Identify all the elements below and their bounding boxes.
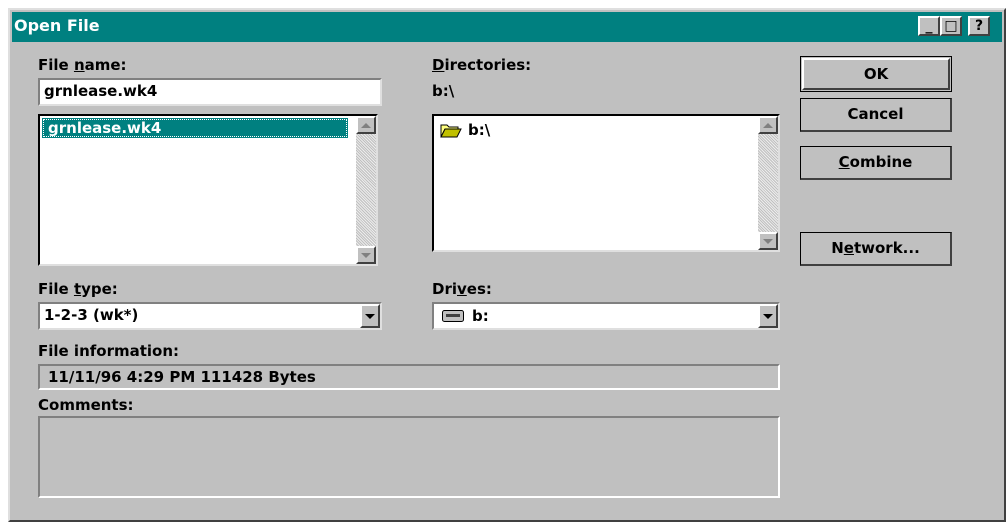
ok-button[interactable]: OK xyxy=(802,58,950,90)
minimize-button[interactable]: _ xyxy=(918,16,940,36)
arrow-down-icon xyxy=(763,238,773,244)
combine-button[interactable]: Combine xyxy=(800,146,952,180)
dialog-title: Open File xyxy=(14,16,100,35)
chevron-down-icon xyxy=(763,313,773,319)
drives-select[interactable]: b: xyxy=(432,302,780,330)
title-bar[interactable]: Open File _ □ ? xyxy=(12,12,1002,42)
file-name-label: File name: xyxy=(38,56,127,74)
open-folder-icon xyxy=(440,124,462,138)
maximize-button[interactable]: □ xyxy=(940,16,962,36)
minimize-icon: _ xyxy=(925,18,933,34)
arrow-up-icon xyxy=(763,122,773,128)
help-icon: ? xyxy=(974,18,984,34)
floppy-drive-icon xyxy=(442,310,464,322)
directory-list[interactable]: b:\ xyxy=(432,114,780,252)
drives-value: b: xyxy=(472,307,489,325)
chevron-down-icon xyxy=(365,313,375,319)
maximize-icon: □ xyxy=(944,18,958,34)
file-list-item-label: grnlease.wk4 xyxy=(48,119,162,137)
list-item[interactable]: b:\ xyxy=(440,120,490,140)
cancel-button[interactable]: Cancel xyxy=(800,98,952,132)
comments-label: Comments: xyxy=(38,396,134,414)
file-information-value: 11/11/96 4:29 PM 111428 Bytes xyxy=(38,364,780,390)
file-type-dropdown-button[interactable] xyxy=(360,304,380,328)
file-list-scrollbar[interactable] xyxy=(356,116,376,264)
file-type-select[interactable]: 1-2-3 (wk*) xyxy=(38,302,382,330)
open-file-dialog: Open File _ □ ? File name: grnlease.wk4 … xyxy=(8,8,1006,522)
current-directory-path: b:\ xyxy=(432,82,455,100)
drives-dropdown-button[interactable] xyxy=(758,304,778,328)
arrow-up-icon xyxy=(361,122,371,128)
scroll-down-button[interactable] xyxy=(758,232,778,250)
file-list[interactable]: grnlease.wk4 xyxy=(38,114,378,266)
drives-label: Drives: xyxy=(432,280,492,298)
file-name-input[interactable]: grnlease.wk4 xyxy=(38,78,382,106)
directory-list-scrollbar[interactable] xyxy=(758,116,778,250)
arrow-down-icon xyxy=(361,252,371,258)
scroll-down-button[interactable] xyxy=(356,246,376,264)
file-type-value: 1-2-3 (wk*) xyxy=(44,306,139,324)
scroll-up-button[interactable] xyxy=(758,116,778,134)
directory-item-label: b:\ xyxy=(468,121,491,139)
directories-label: Directories: xyxy=(432,56,532,74)
list-item[interactable]: grnlease.wk4 xyxy=(42,118,348,138)
file-information-label: File information: xyxy=(38,342,180,360)
help-button[interactable]: ? xyxy=(968,16,990,36)
file-type-label: File type: xyxy=(38,280,118,298)
network-button[interactable]: Network... xyxy=(800,232,952,266)
scroll-up-button[interactable] xyxy=(356,116,376,134)
comments-field[interactable] xyxy=(38,416,780,498)
